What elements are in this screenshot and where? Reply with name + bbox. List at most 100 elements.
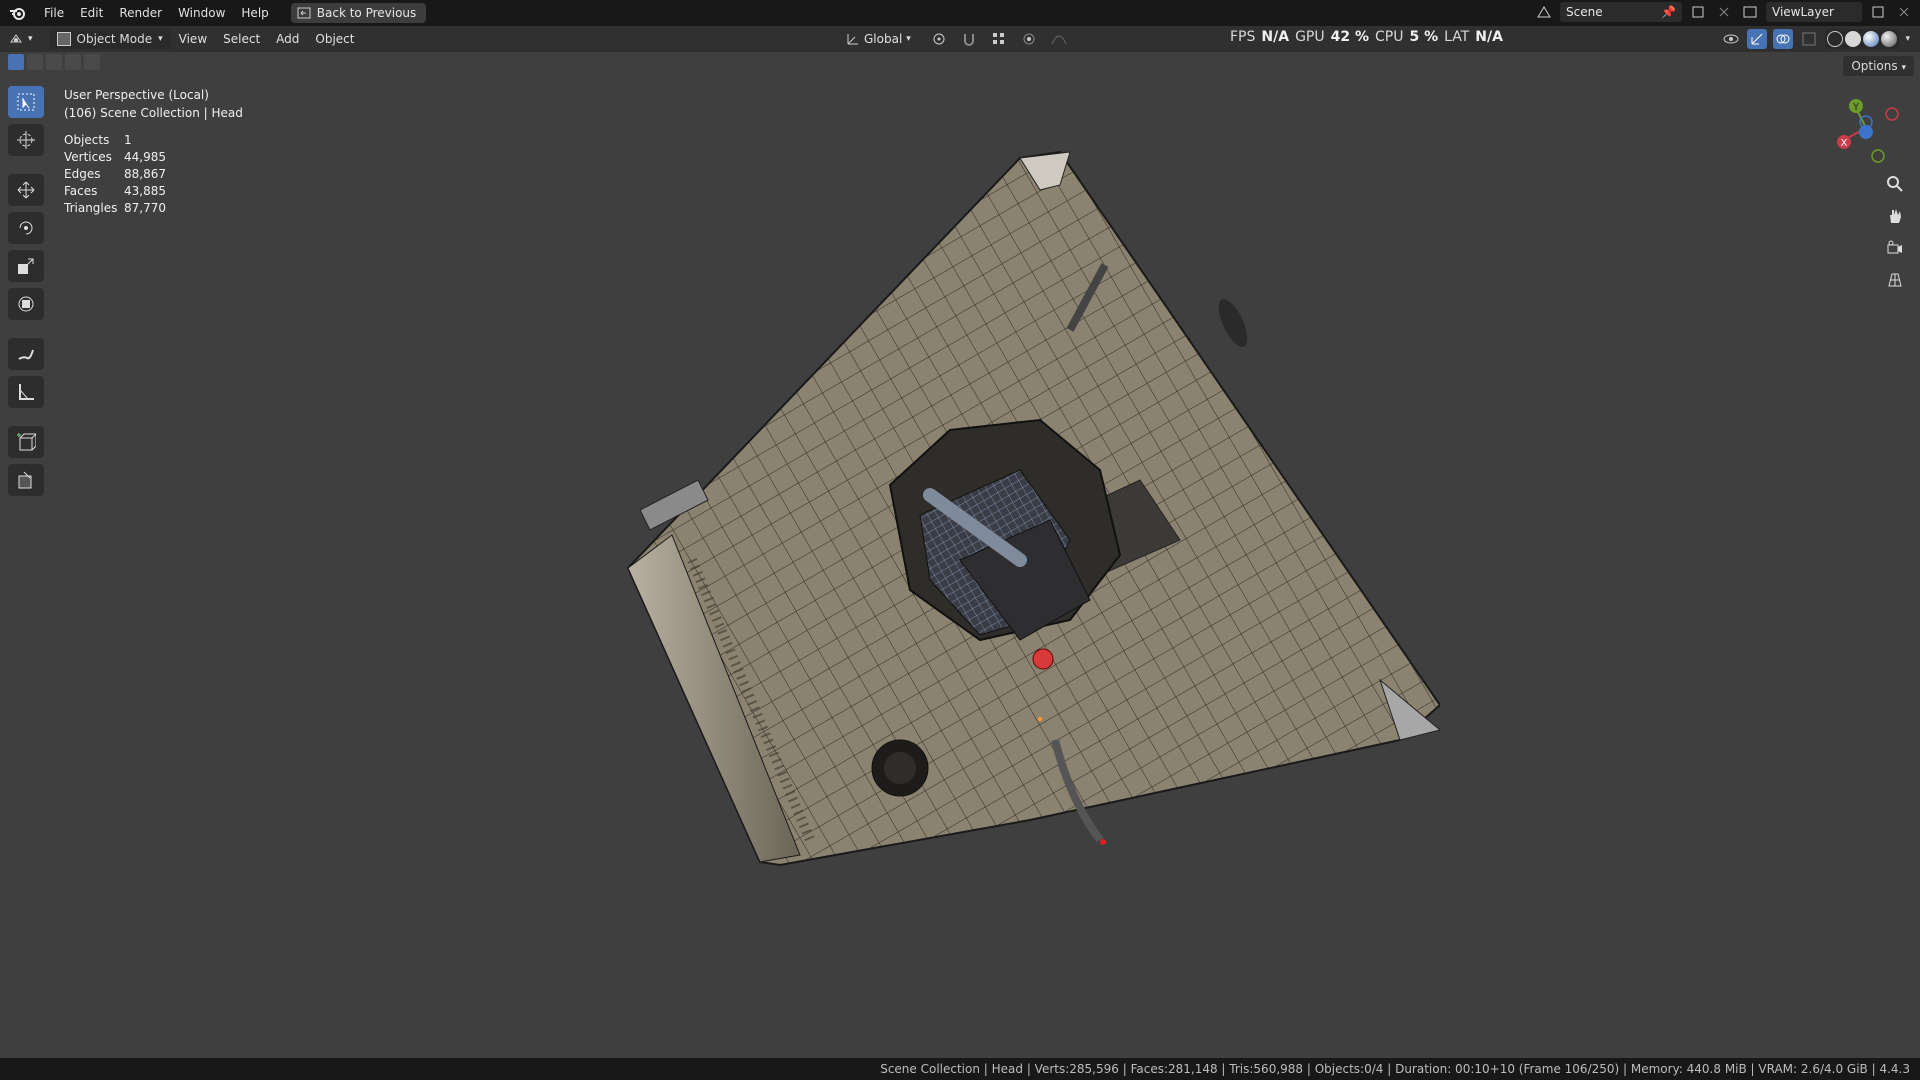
stat-row-edges: Edges 88,867 — [64, 165, 166, 182]
stat-label: Vertices — [64, 149, 112, 164]
zoom-icon[interactable] — [1882, 172, 1908, 196]
add-cube-tool[interactable] — [8, 426, 44, 458]
chevron-down-icon: ▾ — [158, 34, 163, 44]
stat-label: Edges — [64, 166, 101, 181]
viewlayer-name: ViewLayer — [1772, 5, 1834, 19]
transform-orientation-dropdown[interactable]: Global ▾ — [838, 32, 919, 46]
menu-object[interactable]: Object — [307, 32, 362, 46]
tool-shelf — [8, 86, 48, 496]
cpu-value: 5 % — [1409, 29, 1439, 45]
back-to-previous-label: Back to Previous — [316, 6, 417, 20]
lat-label: LAT — [1444, 29, 1470, 45]
overlays-toggle-icon[interactable] — [1773, 29, 1794, 49]
transform-orientation-label: Global — [864, 32, 903, 46]
select-invert-icon[interactable] — [65, 54, 81, 70]
menu-view[interactable]: View — [171, 32, 215, 46]
snap-toggle-icon[interactable] — [959, 29, 979, 49]
viewlayer-selector-icon[interactable] — [1740, 2, 1760, 22]
pan-hand-icon[interactable] — [1882, 204, 1908, 228]
menu-file[interactable]: File — [36, 6, 72, 20]
scene-name-field[interactable]: Scene 📌 — [1560, 2, 1682, 22]
stat-value: 88,867 — [124, 166, 166, 181]
delete-viewlayer-icon[interactable] — [1894, 2, 1914, 22]
neg-x-axis-handle[interactable] — [1885, 107, 1899, 121]
viewport-nav-buttons — [1882, 172, 1908, 292]
scene-name: Scene — [1566, 5, 1603, 19]
stat-label: Objects — [64, 132, 110, 147]
delete-scene-icon[interactable] — [1714, 2, 1734, 22]
extra-tool[interactable] — [8, 464, 44, 496]
material-shading-icon[interactable] — [1863, 31, 1880, 47]
camera-view-icon[interactable] — [1882, 236, 1908, 260]
navigation-gizmo[interactable]: Y X — [1826, 88, 1906, 168]
select-new-icon[interactable] — [8, 54, 24, 70]
viewlayer-name-field[interactable]: ViewLayer — [1766, 2, 1862, 22]
select-subtract-icon[interactable] — [46, 54, 62, 70]
pivot-point-icon[interactable] — [929, 29, 949, 49]
menu-add[interactable]: Add — [268, 32, 307, 46]
gizmo-toggle-icon[interactable] — [1747, 29, 1768, 49]
wireframe-shading-icon[interactable] — [1827, 31, 1844, 47]
z-axis-handle[interactable] — [1859, 125, 1873, 139]
menu-help[interactable]: Help — [233, 6, 276, 20]
ruler-icon — [19, 384, 34, 400]
menu-render[interactable]: Render — [111, 6, 170, 20]
cube-cursor-icon — [18, 471, 32, 489]
stat-value: 44,985 — [124, 149, 166, 164]
shading-options-chevron-icon[interactable]: ▾ — [1905, 34, 1910, 44]
measure-tool[interactable] — [8, 376, 44, 408]
neg-y-axis-handle[interactable] — [1871, 149, 1885, 163]
perspective-toggle-icon[interactable] — [1882, 268, 1908, 292]
solid-shading-icon[interactable] — [1845, 31, 1862, 47]
selection-mode-group — [8, 54, 100, 70]
viewport-header: ▾ Object Mode ▾ View Select Add Object G… — [0, 26, 1920, 52]
object-mode-label: Object Mode — [76, 32, 153, 46]
scale-icon — [18, 258, 34, 274]
select-intersect-icon[interactable] — [84, 54, 100, 70]
transform-tool[interactable] — [8, 288, 44, 320]
3d-model-mesh[interactable] — [600, 140, 1440, 880]
performance-overlay: FPS N/A GPU 42 % CPU 5 % LAT N/A — [1230, 26, 1503, 48]
visibility-icon[interactable] — [1721, 29, 1741, 49]
y-axis-label: Y — [1852, 102, 1860, 113]
stat-value: 43,885 — [124, 183, 166, 198]
select-extend-icon[interactable] — [27, 54, 43, 70]
orientation-icon — [847, 34, 858, 45]
cursor-tool[interactable] — [8, 124, 44, 156]
status-bar: Scene Collection | Head | Verts:285,596 … — [0, 1058, 1920, 1080]
select-box-tool[interactable] — [8, 86, 44, 118]
viewport-statistics: Objects 1 Vertices 44,985 Edges 88,867 Face… — [64, 131, 166, 216]
snap-target-icon[interactable] — [989, 29, 1009, 49]
add-cube-icon — [17, 433, 36, 451]
scale-tool[interactable] — [8, 250, 44, 282]
rotate-icon — [19, 221, 33, 235]
rotate-tool[interactable] — [8, 212, 44, 244]
blender-logo-icon[interactable] — [0, 5, 36, 21]
xray-toggle-icon[interactable] — [1799, 29, 1819, 49]
transform-icon — [18, 296, 34, 312]
status-text: Scene Collection | Head | Verts:285,596 … — [880, 1062, 1910, 1076]
3d-cursor-icon — [17, 131, 35, 149]
cpu-label: CPU — [1375, 29, 1404, 45]
menu-window[interactable]: Window — [170, 6, 233, 20]
annotate-tool[interactable] — [8, 338, 44, 370]
view-name: User Perspective (Local) — [64, 88, 209, 102]
stat-row-triangles: Triangles 87,770 — [64, 199, 166, 216]
new-scene-icon[interactable] — [1688, 2, 1708, 22]
menu-edit[interactable]: Edit — [72, 6, 111, 20]
object-mode-dropdown[interactable]: Object Mode ▾ — [48, 29, 171, 49]
scene-selector-icon[interactable] — [1534, 2, 1554, 22]
options-dropdown[interactable]: Options ▾ — [1843, 56, 1914, 76]
stat-row-vertices: Vertices 44,985 — [64, 148, 166, 165]
menu-select[interactable]: Select — [215, 32, 268, 46]
top-bar: File Edit Render Window Help Back to Pre… — [0, 0, 1920, 26]
back-to-previous-button[interactable]: Back to Previous — [290, 3, 427, 23]
pin-icon[interactable]: 📌 — [1661, 5, 1676, 19]
rendered-shading-icon[interactable] — [1881, 31, 1898, 47]
editor-type-button[interactable]: ▾ — [0, 32, 41, 46]
move-tool[interactable] — [8, 174, 44, 206]
new-viewlayer-icon[interactable] — [1868, 2, 1888, 22]
fps-value: N/A — [1261, 29, 1290, 45]
proportional-edit-icon[interactable] — [1019, 29, 1039, 49]
falloff-icon[interactable] — [1049, 29, 1069, 49]
